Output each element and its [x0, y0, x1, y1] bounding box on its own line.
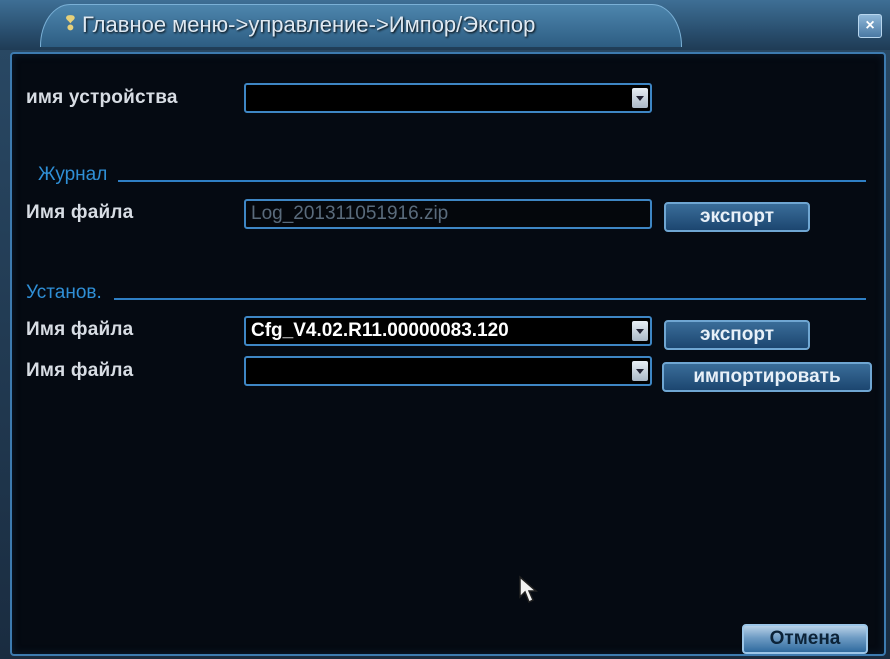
- menu-icon: ❢: [62, 13, 79, 35]
- mouse-cursor-icon: [519, 575, 538, 604]
- settings-divider: [114, 298, 866, 300]
- device-select[interactable]: [244, 83, 652, 113]
- journal-file-field: Log_201311051916.zip: [244, 199, 652, 229]
- title-bar: ❢ Главное меню->управление->Импор/Экспор…: [0, 0, 890, 50]
- content-panel: имя устройства Журнал Имя файла Log_2013…: [10, 52, 886, 656]
- close-button[interactable]: ×: [858, 14, 882, 38]
- journal-section-title: Журнал: [38, 164, 108, 185]
- settings-import-file-select[interactable]: [244, 356, 652, 386]
- window-title: Главное меню->управление->Импор/Экспор: [82, 12, 536, 37]
- settings-export-file-label: Имя файла: [26, 319, 134, 340]
- settings-import-button[interactable]: импортировать: [662, 362, 872, 392]
- chevron-down-icon[interactable]: [632, 88, 648, 108]
- journal-divider: [118, 180, 866, 182]
- settings-section-title: Установ.: [26, 282, 102, 303]
- chevron-down-icon[interactable]: [632, 361, 648, 381]
- settings-import-file-label: Имя файла: [26, 360, 134, 381]
- chevron-down-icon[interactable]: [632, 321, 648, 341]
- journal-export-button[interactable]: экспорт: [664, 202, 810, 232]
- cancel-button[interactable]: Отмена: [742, 624, 868, 654]
- window: ❢ Главное меню->управление->Импор/Экспор…: [0, 0, 890, 659]
- settings-export-file-value: Cfg_V4.02.R11.00000083.120: [251, 320, 509, 341]
- journal-file-label: Имя файла: [26, 202, 134, 223]
- settings-export-button[interactable]: экспорт: [664, 320, 810, 350]
- device-label: имя устройства: [26, 87, 178, 108]
- settings-export-file-select[interactable]: Cfg_V4.02.R11.00000083.120: [244, 316, 652, 346]
